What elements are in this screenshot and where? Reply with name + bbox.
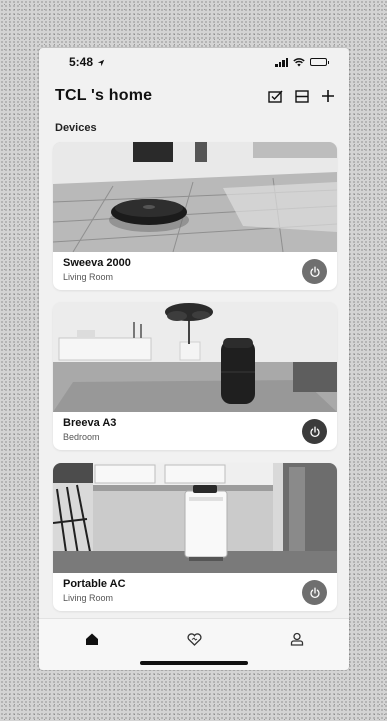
cellular-signal-icon — [275, 57, 288, 67]
devices-section-label: Devices — [55, 122, 97, 134]
device-room: Living Room — [63, 272, 114, 282]
profile-icon — [290, 632, 304, 646]
tab-bar — [39, 618, 349, 670]
power-icon — [309, 426, 320, 437]
status-time-text: 5:48 — [69, 55, 94, 69]
scene-edit-icon[interactable] — [268, 90, 283, 103]
layout-toggle-icon[interactable] — [295, 89, 309, 103]
heart-icon — [186, 632, 202, 646]
home-indicator[interactable] — [140, 661, 248, 665]
device-card-portable-ac[interactable]: Portable AC Living Room — [53, 463, 337, 611]
device-image-robot-vacuum — [53, 142, 337, 252]
header: TCL 's home — [55, 84, 335, 108]
status-time: 5:48 — [69, 55, 105, 69]
device-room: Living Room — [63, 593, 114, 603]
tab-favorites[interactable] — [184, 629, 204, 649]
home-title: TCL 's home — [55, 87, 153, 104]
home-icon — [86, 633, 98, 645]
wifi-icon — [293, 57, 305, 66]
tab-profile[interactable] — [287, 629, 307, 649]
tab-home[interactable] — [82, 629, 102, 649]
power-icon — [309, 266, 320, 277]
power-button[interactable] — [302, 419, 327, 444]
status-icons — [275, 57, 329, 67]
device-name: Sweeva 2000 — [63, 257, 131, 269]
device-image-portable-ac — [53, 463, 337, 573]
battery-icon — [310, 58, 329, 66]
device-card-breeva[interactable]: Breeva A3 Bedroom — [53, 302, 337, 450]
power-button[interactable] — [302, 259, 327, 284]
power-icon — [309, 587, 320, 598]
status-bar: 5:48 — [39, 48, 349, 76]
add-icon[interactable] — [321, 89, 335, 103]
device-room: Bedroom — [63, 432, 100, 442]
device-name: Portable AC — [63, 578, 126, 590]
location-arrow-icon — [98, 59, 105, 67]
device-name: Breeva A3 — [63, 417, 117, 429]
power-button[interactable] — [302, 580, 327, 605]
header-actions — [268, 89, 335, 103]
phone-screen: 5:48 TCL 's home Devices Sweeva 2000 Liv… — [39, 48, 349, 670]
device-image-air-purifier — [53, 302, 337, 412]
device-card-sweeva[interactable]: Sweeva 2000 Living Room — [53, 142, 337, 290]
